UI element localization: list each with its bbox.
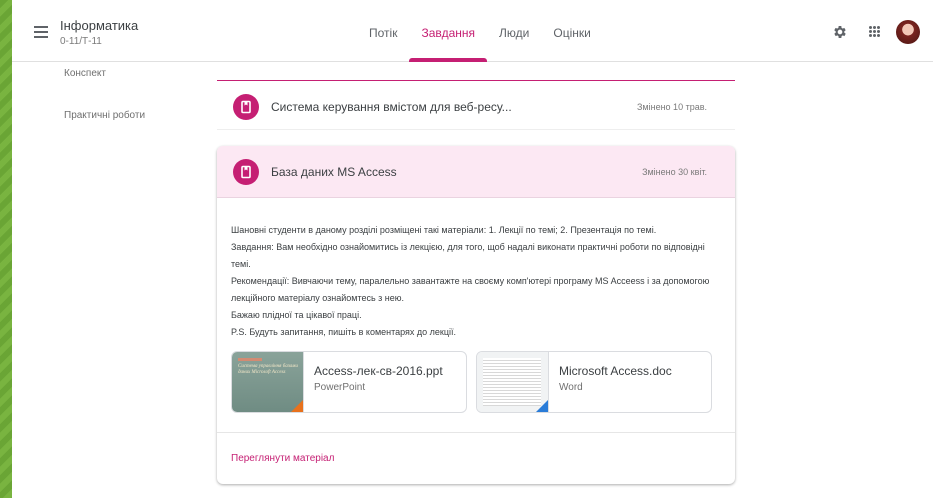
attachment-type: PowerPoint bbox=[314, 382, 366, 393]
description-line: темі. bbox=[231, 259, 251, 269]
tab-stream[interactable]: Потік bbox=[357, 0, 409, 62]
attachment-name: Access-лек-св-2016.ppt bbox=[314, 364, 443, 378]
attachment-doc[interactable]: Microsoft Access.doc Word bbox=[476, 351, 712, 413]
class-section: 0-11/Т-11 bbox=[60, 36, 102, 47]
document-lines bbox=[483, 358, 541, 406]
attachment-type: Word bbox=[559, 382, 583, 393]
material-icon bbox=[233, 158, 259, 185]
word-corner-icon bbox=[536, 400, 548, 412]
description-line: Рекомендації: Вивчаючи тему, паралельно … bbox=[231, 276, 710, 286]
view-material-link[interactable]: Переглянути матеріал bbox=[231, 453, 334, 464]
material-description: Шановні студенти в даному розділі розміщ… bbox=[231, 222, 721, 341]
powerpoint-corner-icon bbox=[291, 400, 303, 412]
card-header[interactable]: База даних MS Access Змінено 30 квіт. bbox=[217, 146, 735, 198]
hamburger-menu-icon[interactable] bbox=[34, 26, 48, 38]
card-date: Змінено 30 квіт. bbox=[642, 166, 707, 177]
card-body: Шановні студенти в даному розділі розміщ… bbox=[217, 198, 735, 413]
class-name: Інформатика bbox=[60, 18, 139, 33]
classroom-window: Інформатика 0-11/Т-11 Потік Завдання Люд… bbox=[12, 0, 933, 498]
material-icon bbox=[233, 93, 259, 120]
material-title: Система керування вмістом для веб-ресу..… bbox=[271, 99, 512, 114]
description-line: Шановні студенти в даному розділі розміщ… bbox=[231, 225, 657, 235]
thumbnail-text: Система управління базами даних Microsof… bbox=[238, 364, 298, 375]
attachment-ppt[interactable]: Система управління базами даних Microsof… bbox=[231, 351, 467, 413]
attachment-name: Microsoft Access.doc bbox=[559, 364, 672, 378]
card-footer: Переглянути матеріал bbox=[217, 432, 735, 484]
material-date: Змінено 10 трав. bbox=[636, 101, 707, 112]
material-card: База даних MS Access Змінено 30 квіт. Ша… bbox=[217, 146, 735, 484]
tab-classwork[interactable]: Завдання bbox=[409, 0, 487, 62]
ppt-thumbnail: Система управління базами даних Microsof… bbox=[232, 352, 304, 412]
attachment-info: Access-лек-св-2016.ppt PowerPoint bbox=[304, 352, 453, 412]
attachments: Система управління базами даних Microsof… bbox=[231, 351, 721, 413]
description-line: P.S. Будуть запитання, пишіть в коментар… bbox=[231, 327, 457, 337]
card-title: База даних MS Access bbox=[271, 164, 397, 179]
top-app-bar: Інформатика 0-11/Т-11 Потік Завдання Люд… bbox=[12, 0, 933, 62]
attachment-info: Microsoft Access.doc Word bbox=[549, 352, 682, 412]
description-line: Бажаю плідної та цікавої праці. bbox=[231, 310, 362, 320]
tab-grades[interactable]: Оцінки bbox=[541, 0, 602, 62]
tab-people[interactable]: Люди bbox=[487, 0, 541, 62]
thumbnail-bar bbox=[238, 358, 262, 361]
class-tabs: Потік Завдання Люди Оцінки bbox=[357, 0, 603, 62]
apps-grid-icon[interactable] bbox=[869, 26, 880, 37]
avatar[interactable] bbox=[896, 20, 920, 44]
sidebar-item-practical-works[interactable]: Практичні роботи bbox=[64, 110, 145, 121]
description-line: Завдання: Вам необхідно ознайомитись із … bbox=[231, 242, 705, 252]
topic-divider bbox=[217, 80, 735, 81]
list-item[interactable]: Система керування вмістом для веб-ресу..… bbox=[217, 84, 735, 130]
gear-icon[interactable] bbox=[832, 24, 848, 40]
sidebar-item-notes[interactable]: Конспект bbox=[64, 68, 106, 79]
doc-thumbnail bbox=[477, 352, 549, 412]
class-title[interactable]: Інформатика 0-11/Т-11 bbox=[60, 18, 138, 47]
description-line: лекційного матеріалу ознайомтесь з нею. bbox=[231, 293, 405, 303]
